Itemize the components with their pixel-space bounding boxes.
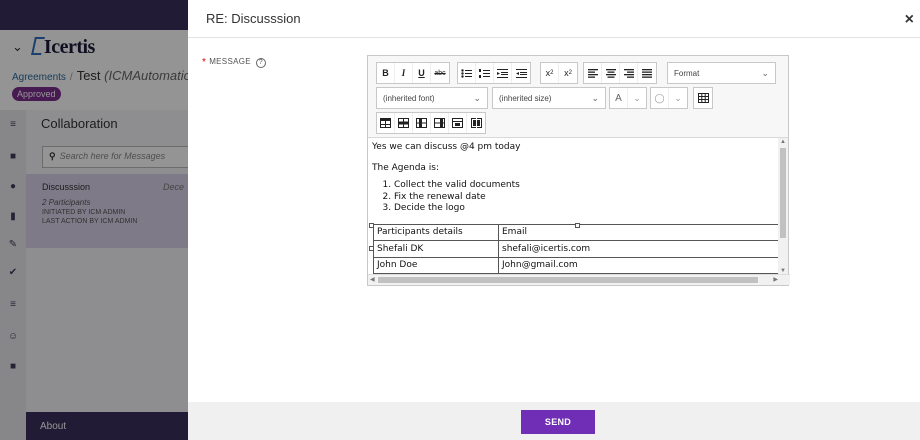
list-indent-group xyxy=(457,62,531,84)
required-marker: * xyxy=(202,57,207,68)
insert-column-right-icon xyxy=(434,118,445,128)
editor-toolbar: B I U abc x2 x2 Format ⌄ (inherited font… xyxy=(368,56,788,138)
align-group xyxy=(583,62,657,84)
agenda-item: Collect the valid documents xyxy=(394,180,778,192)
font-family-value: (inherited font) xyxy=(383,93,435,103)
subscript-button[interactable]: x2 xyxy=(541,63,559,83)
table-properties-button[interactable] xyxy=(377,113,395,133)
table-cell[interactable]: Shefali DK xyxy=(373,240,499,258)
outdent-icon xyxy=(515,68,527,78)
table-tools-group xyxy=(376,112,486,134)
chevron-down-icon: ⌄ xyxy=(473,92,481,103)
participants-table[interactable]: Participants details Email Shefali DK sh… xyxy=(373,223,778,275)
chevron-down-icon: ⌄ xyxy=(761,67,769,78)
background-app: ⌄ Icertis Agreements / Test (ICMAutomatio … xyxy=(0,0,188,440)
vertical-scrollbar[interactable]: ▲ ▼ xyxy=(778,138,788,275)
background-color-group: ◯ ⌄ xyxy=(650,87,688,109)
message-label-text: MESSAGE xyxy=(209,57,251,66)
table-cell[interactable]: John@gmail.com xyxy=(498,256,778,274)
table-icon xyxy=(697,93,709,103)
table-resize-handle[interactable] xyxy=(369,246,374,251)
insert-table-button[interactable] xyxy=(694,88,712,108)
agenda-list: Collect the valid documents Fix the rene… xyxy=(394,180,778,215)
insert-column-icon xyxy=(416,118,427,128)
agenda-item: Decide the logo xyxy=(394,203,778,215)
reply-modal: RE: Discusssion × * MESSAGE? B I U abc x2… xyxy=(188,0,920,440)
scroll-up-icon[interactable]: ▲ xyxy=(780,139,786,145)
table-resize-handle[interactable] xyxy=(575,223,580,228)
text-color-chevron-icon[interactable]: ⌄ xyxy=(628,88,646,108)
horizontal-scrollbar[interactable]: ◀ ▶ xyxy=(368,274,790,285)
merge-cells-icon xyxy=(470,118,482,128)
font-size-value: (inherited size) xyxy=(499,93,552,103)
font-size-select[interactable]: (inherited size) ⌄ xyxy=(492,87,606,109)
insert-column-left-button[interactable] xyxy=(413,113,431,133)
rich-text-editor[interactable]: B I U abc x2 x2 Format ⌄ (inherited font… xyxy=(367,55,790,286)
delete-table-button[interactable] xyxy=(449,113,467,133)
table-cell[interactable]: Participants details xyxy=(373,223,499,241)
text-color-button[interactable]: A xyxy=(610,88,628,108)
align-left-icon xyxy=(587,68,598,78)
italic-button[interactable]: I xyxy=(395,63,413,83)
justify-icon xyxy=(642,68,652,78)
chevron-down-icon: ⌄ xyxy=(591,92,599,103)
format-select-value: Format xyxy=(674,68,700,78)
table-cell[interactable]: shefali@icertis.com xyxy=(498,240,778,258)
text-color-group: A ⌄ xyxy=(609,87,647,109)
align-right-button[interactable] xyxy=(620,63,638,83)
send-button[interactable]: SEND xyxy=(521,410,595,434)
bold-button[interactable]: B xyxy=(377,63,395,83)
superscript-button[interactable]: x2 xyxy=(559,63,577,83)
modal-title: RE: Discusssion xyxy=(206,11,301,26)
insert-row-icon xyxy=(398,118,409,128)
modal-header: RE: Discusssion xyxy=(188,0,920,38)
insert-table-group xyxy=(693,87,713,109)
underline-button[interactable]: U xyxy=(413,63,431,83)
font-family-select[interactable]: (inherited font) ⌄ xyxy=(376,87,488,109)
background-color-chevron-icon[interactable]: ⌄ xyxy=(669,88,687,108)
table-cell[interactable]: John Doe xyxy=(373,256,499,274)
delete-table-icon xyxy=(452,118,463,128)
table-row: Shefali DK shefali@icertis.com xyxy=(373,240,778,258)
align-left-button[interactable] xyxy=(584,63,602,83)
message-label: * MESSAGE? xyxy=(202,57,266,68)
outdent-button[interactable] xyxy=(512,63,530,83)
align-center-button[interactable] xyxy=(602,63,620,83)
table-resize-handle[interactable] xyxy=(369,223,374,228)
align-center-icon xyxy=(605,68,616,78)
modal-overlay[interactable] xyxy=(0,0,188,440)
format-select[interactable]: Format ⌄ xyxy=(667,62,776,84)
message-line-1: Yes we can discuss @4 pm today xyxy=(372,142,521,152)
text-style-group: B I U abc xyxy=(376,62,450,84)
bullet-list-icon xyxy=(461,68,472,78)
numbered-list-icon xyxy=(479,68,490,78)
scroll-left-icon[interactable]: ◀ xyxy=(370,276,375,283)
modal-footer: SEND xyxy=(188,402,920,440)
bullet-list-button[interactable] xyxy=(458,63,476,83)
table-cell[interactable]: Email xyxy=(498,223,778,241)
scroll-right-icon[interactable]: ▶ xyxy=(773,276,778,283)
align-right-icon xyxy=(623,68,634,78)
insert-column-right-button[interactable] xyxy=(431,113,449,133)
script-group: x2 x2 xyxy=(540,62,578,84)
insert-row-button[interactable] xyxy=(395,113,413,133)
scrollbar-thumb[interactable] xyxy=(780,148,786,238)
message-line-2: The Agenda is: xyxy=(372,163,440,173)
agenda-item: Fix the renewal date xyxy=(394,192,778,204)
merge-cells-button[interactable] xyxy=(467,113,485,133)
scrollbar-thumb[interactable] xyxy=(378,277,758,283)
help-icon[interactable]: ? xyxy=(255,58,266,68)
table-properties-icon xyxy=(380,118,391,128)
close-icon[interactable]: × xyxy=(905,11,914,29)
indent-button[interactable] xyxy=(494,63,512,83)
numbered-list-button[interactable] xyxy=(476,63,494,83)
strikethrough-button[interactable]: abc xyxy=(431,63,449,83)
editor-content[interactable]: Yes we can discuss @4 pm today The Agend… xyxy=(368,138,778,275)
background-color-icon[interactable]: ◯ xyxy=(651,88,669,108)
justify-button[interactable] xyxy=(638,63,656,83)
table-row: John Doe John@gmail.com xyxy=(373,256,778,274)
indent-icon xyxy=(497,68,508,78)
